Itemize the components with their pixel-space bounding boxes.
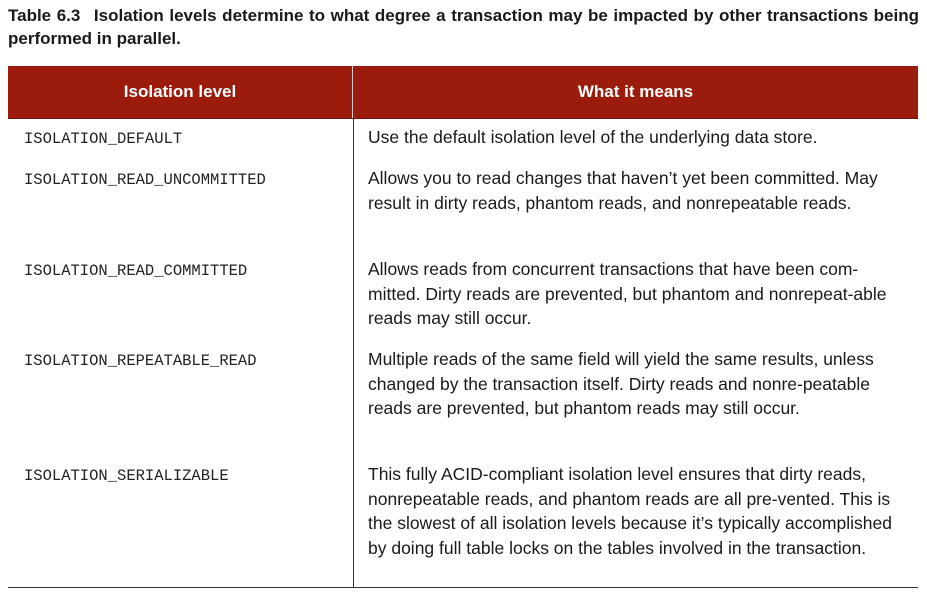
isolation-level-name: ISOLATION_READ_UNCOMMITTED bbox=[24, 171, 266, 189]
isolation-level-description: Use the default isolation level of the u… bbox=[368, 127, 818, 147]
table-caption: Table 6.3 Isolation levels determine to … bbox=[8, 4, 919, 50]
caption-text: Isolation levels determine to what degre… bbox=[8, 6, 919, 48]
isolation-level-name: ISOLATION_READ_COMMITTED bbox=[24, 262, 248, 280]
isolation-level-description: Multiple reads of the same field will yi… bbox=[368, 349, 874, 418]
isolation-level-description: Allows reads from concurrent transaction… bbox=[368, 259, 887, 328]
table-body: ISOLATION_DEFAULT Use the default isolat… bbox=[8, 119, 918, 588]
isolation-level-name: ISOLATION_DEFAULT bbox=[24, 130, 183, 148]
isolation-level-description: Allows you to read changes that haven’t … bbox=[368, 168, 878, 213]
table-number: Table 6.3 bbox=[8, 6, 81, 25]
table-row: ISOLATION_DEFAULT Use the default isolat… bbox=[8, 119, 918, 160]
table-row: ISOLATION_READ_UNCOMMITTED Allows you to… bbox=[8, 160, 918, 251]
header-what-it-means: What it means bbox=[577, 82, 694, 101]
table-row: ISOLATION_REPEATABLE_READ Multiple reads… bbox=[8, 341, 918, 456]
table-row: ISOLATION_SERIALIZABLE This fully ACID-c… bbox=[8, 456, 918, 587]
isolation-level-name: ISOLATION_SERIALIZABLE bbox=[24, 467, 229, 485]
isolation-levels-table: Isolation level What it means ISOLATION_… bbox=[8, 66, 918, 588]
table-row: ISOLATION_READ_COMMITTED Allows reads fr… bbox=[8, 251, 918, 341]
isolation-level-name: ISOLATION_REPEATABLE_READ bbox=[24, 352, 257, 370]
table-header: Isolation level What it means bbox=[8, 66, 918, 119]
isolation-level-description: This fully ACID-compliant isolation leve… bbox=[368, 464, 892, 558]
header-isolation-level: Isolation level bbox=[8, 66, 353, 118]
